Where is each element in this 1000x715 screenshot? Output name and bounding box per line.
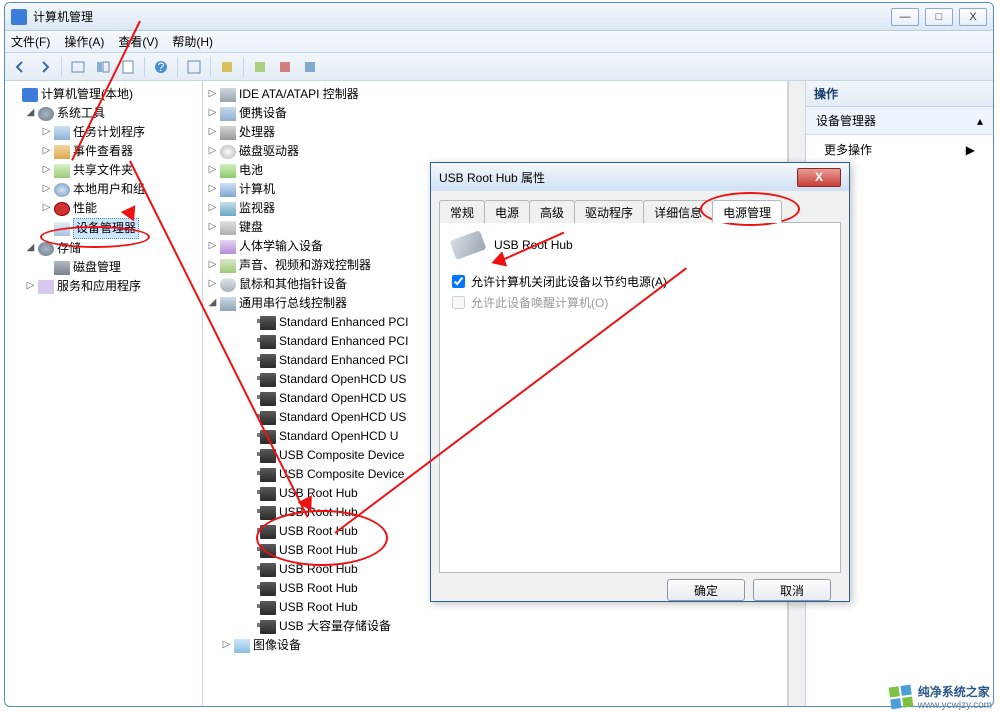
- tool-icon[interactable]: [117, 56, 139, 78]
- dialog-title: USB Root Hub 属性: [439, 169, 797, 186]
- menu-action[interactable]: 操作(A): [64, 33, 104, 50]
- tool-icon[interactable]: [67, 56, 89, 78]
- ok-button[interactable]: 确定: [667, 579, 745, 601]
- tree-root[interactable]: 计算机管理(本地): [9, 85, 200, 104]
- tree-perf[interactable]: ▷性能: [41, 199, 200, 218]
- watermark: 纯净系统之家 www.ycwjzy.com: [890, 683, 992, 711]
- tree-systools[interactable]: ◢系统工具: [25, 104, 200, 123]
- tab-advanced[interactable]: 高级: [529, 200, 575, 223]
- menu-view[interactable]: 查看(V): [118, 33, 158, 50]
- menu-help[interactable]: 帮助(H): [172, 33, 213, 50]
- left-tree: 计算机管理(本地) ◢系统工具 ▷任务计划程序 ▷事件查看器 ▷共享文件夹 ▷本…: [5, 81, 203, 706]
- tab-content: USB Root Hub 允许计算机关闭此设备以节约电源(A) 允许此设备唤醒计…: [439, 223, 841, 573]
- dev-cdrom[interactable]: ▷磁盘驱动器: [207, 142, 785, 161]
- tree-devmgr[interactable]: 设备管理器: [41, 218, 200, 239]
- checkbox-allow-off-input[interactable]: [452, 275, 465, 288]
- checkbox-allow-wake: 允许此设备唤醒计算机(O): [452, 294, 828, 311]
- tab-driver[interactable]: 驱动程序: [574, 200, 644, 223]
- forward-button[interactable]: [34, 56, 56, 78]
- help-icon[interactable]: ?: [150, 56, 172, 78]
- tool-icon[interactable]: [274, 56, 296, 78]
- svg-text:?: ?: [158, 60, 165, 74]
- titlebar[interactable]: 计算机管理 — □ X: [5, 3, 993, 31]
- tool-icon[interactable]: [216, 56, 238, 78]
- properties-dialog: USB Root Hub 属性 X 常规 电源 高级 驱动程序 详细信息 电源管…: [430, 162, 850, 602]
- tree-users[interactable]: ▷本地用户和组: [41, 180, 200, 199]
- window-title: 计算机管理: [33, 8, 891, 25]
- checkbox-allow-wake-input: [452, 296, 465, 309]
- actions-more[interactable]: 更多操作▶: [806, 135, 993, 164]
- back-button[interactable]: [9, 56, 31, 78]
- tab-power[interactable]: 电源: [484, 200, 530, 223]
- tool-icon[interactable]: [299, 56, 321, 78]
- menu-file[interactable]: 文件(F): [11, 33, 50, 50]
- tree-task[interactable]: ▷任务计划程序: [41, 123, 200, 142]
- tree-storage[interactable]: ◢存储: [25, 239, 200, 258]
- tree-disk[interactable]: 磁盘管理: [41, 258, 200, 277]
- minimize-button[interactable]: —: [891, 8, 919, 26]
- tree-services[interactable]: ▷服务和应用程序: [25, 277, 200, 296]
- dialog-titlebar[interactable]: USB Root Hub 属性 X: [431, 163, 849, 191]
- chevron-right-icon: ▶: [966, 143, 975, 157]
- usb-item[interactable]: USB 大容量存储设备: [247, 617, 785, 636]
- tab-details[interactable]: 详细信息: [643, 200, 713, 223]
- checkbox-allow-off[interactable]: 允许计算机关闭此设备以节约电源(A): [452, 273, 828, 290]
- collapse-icon: ▴: [977, 114, 983, 128]
- tool-icon[interactable]: [183, 56, 205, 78]
- dialog-close-button[interactable]: X: [797, 168, 841, 187]
- tab-general[interactable]: 常规: [439, 200, 485, 223]
- cancel-button[interactable]: 取消: [753, 579, 831, 601]
- tree-event[interactable]: ▷事件查看器: [41, 142, 200, 161]
- actions-header: 操作: [806, 81, 993, 107]
- maximize-button[interactable]: □: [925, 8, 953, 26]
- close-button[interactable]: X: [959, 8, 987, 26]
- device-name: USB Root Hub: [494, 238, 573, 252]
- watermark-logo-icon: [888, 685, 913, 710]
- app-icon: [11, 9, 27, 25]
- tool-icon[interactable]: [249, 56, 271, 78]
- dev-imaging[interactable]: ▷图像设备: [221, 636, 785, 655]
- usb-icon: [450, 230, 487, 260]
- dev-cpu[interactable]: ▷处理器: [207, 123, 785, 142]
- dev-ide[interactable]: ▷IDE ATA/ATAPI 控制器: [207, 85, 785, 104]
- dev-portable[interactable]: ▷便携设备: [207, 104, 785, 123]
- menubar: 文件(F) 操作(A) 查看(V) 帮助(H): [5, 31, 993, 53]
- actions-devmgr[interactable]: 设备管理器▴: [806, 107, 993, 135]
- dialog-tabs: 常规 电源 高级 驱动程序 详细信息 电源管理: [439, 199, 841, 223]
- tree-share[interactable]: ▷共享文件夹: [41, 161, 200, 180]
- tool-icon[interactable]: [92, 56, 114, 78]
- toolbar: ?: [5, 53, 993, 81]
- tab-powermgmt[interactable]: 电源管理: [712, 200, 782, 223]
